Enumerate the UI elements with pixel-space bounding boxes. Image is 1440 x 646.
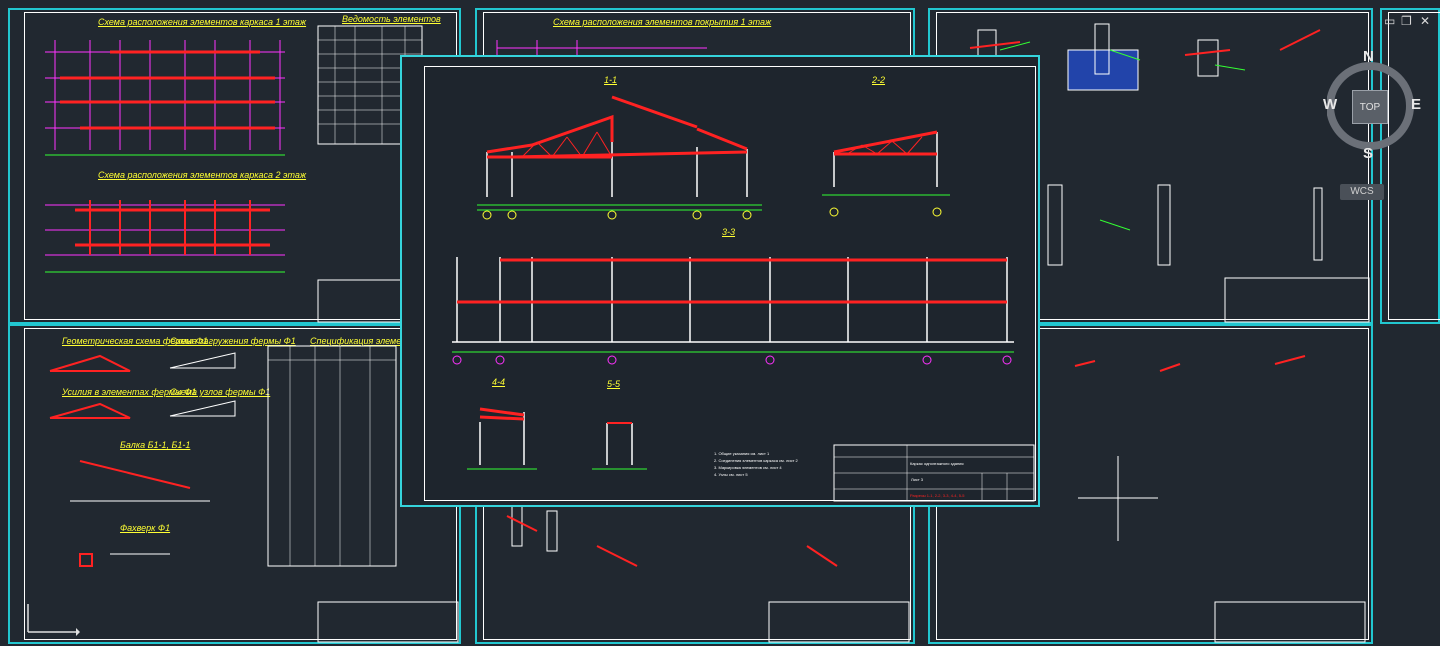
compass-east[interactable]: E [1411, 96, 1421, 113]
active-drawing-sheet[interactable]: 1-1 2-2 3-3 4-4 5-5 1. Общие указания см… [400, 55, 1040, 507]
ucs-icon [27, 604, 80, 636]
sheet-note: 2. Соединения элементов каркаса см. лист… [714, 458, 798, 463]
stamp-title: Каркас одноэтажного здания [910, 461, 964, 466]
restore-icon[interactable]: ❐ [1401, 14, 1412, 28]
drawing-sheet-1: Схема расположения элементов каркаса 1 э… [8, 8, 461, 324]
viewcube[interactable]: N W E S TOP [1323, 48, 1421, 163]
minimize-icon[interactable]: ▭ [1384, 14, 1395, 28]
close-icon[interactable]: ✕ [1420, 14, 1430, 28]
viewcube-top-face[interactable]: TOP [1352, 90, 1388, 124]
section-drawings [452, 95, 1035, 502]
compass-north[interactable]: N [1363, 48, 1374, 65]
compass-south[interactable]: S [1363, 145, 1373, 162]
sheet-note: 3. Маркировка элементов см. лист 4 [714, 465, 782, 470]
sheet-note: 1. Общие указания см. лист 1 [714, 451, 770, 456]
stamp-subtitle: Разрезы 1-1, 2-2, 3-3, 4-4, 5-5 [910, 493, 965, 498]
floor-plan-drawing [45, 25, 459, 323]
compass-west[interactable]: W [1323, 96, 1337, 113]
sheet-note: 4. Узлы см. лист 5 [714, 472, 748, 477]
stamp-sheet: Лист 3 [911, 477, 924, 482]
drawing-sheet-4: Геометрическая схема фермы Ф1 Схема загр… [8, 324, 461, 644]
wcs-menu[interactable]: WCS [1340, 184, 1384, 200]
